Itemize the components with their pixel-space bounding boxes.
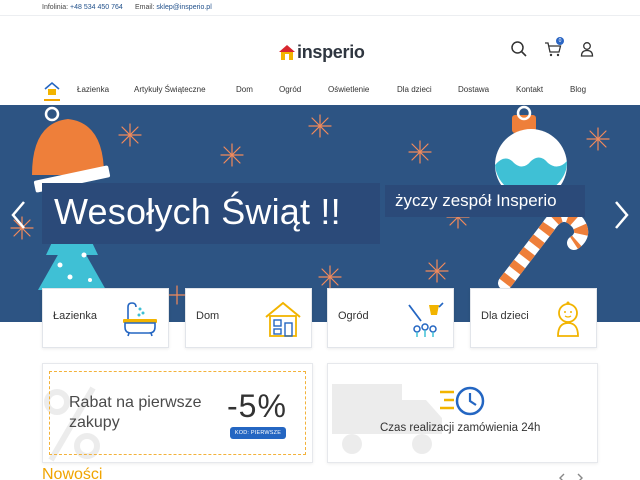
header-actions: 0 [510,37,596,58]
promo-code-badge: KOD: PIERWSZE [230,427,286,439]
garden-tools-icon [405,299,445,339]
user-icon[interactable] [578,40,596,58]
promo-text: Rabat na pierwsze zakupy [69,394,202,431]
email-info: Email: sklep@insperio.pl [135,4,212,11]
news-heading: Nowości [42,466,103,480]
main-nav: Łazienka Artykuły Świąteczne Dom Ogród O… [0,80,640,102]
baby-icon [548,299,588,339]
phone-link[interactable]: +48 534 450 764 [70,4,123,11]
category-card-dom[interactable]: Dom [185,288,312,348]
email-label: Email: [135,4,155,11]
email-link[interactable]: sklep@insperio.pl [156,4,211,11]
nav-item-dla-dzieci[interactable]: Dla dzieci [397,85,432,94]
cart-count-badge: 0 [556,37,564,45]
hero-title: Wesołych Świąt !! [54,191,341,232]
chevron-right-icon[interactable] [612,200,630,230]
top-info-bar: Infolinia: +48 534 450 764 Email: sklep@… [0,0,640,16]
nav-item-oswietlenie[interactable]: Oświetlenie [328,85,369,94]
chevron-left-icon[interactable] [10,200,28,230]
promo-discount: -5% [227,388,287,424]
nav-item-dostawa[interactable]: Dostawa [458,85,489,94]
category-card-ogrod[interactable]: Ogród [327,288,454,348]
cart-icon[interactable]: 0 [544,37,564,58]
delivery-truck-watermark-icon [328,374,448,462]
nav-item-artykuly-swiateczne[interactable]: Artykuły Świąteczne [134,85,206,94]
category-label: Łazienka [53,310,98,322]
category-card-lazienka[interactable]: Łazienka [42,288,169,348]
category-label: Dom [196,310,220,322]
house-icon [263,299,303,339]
home-icon[interactable] [44,81,60,101]
category-label: Ogród [338,310,369,322]
hero-subtitle: życzy zespół Insperio [395,191,557,210]
nav-item-lazienka[interactable]: Łazienka [77,85,109,94]
logo-house-icon [278,43,296,61]
category-label: Dla dzieci [481,310,529,322]
first-order-discount-promo[interactable]: Rabat na pierwsze zakupy -5% KOD: PIERWS… [42,363,313,463]
nav-item-kontakt[interactable]: Kontakt [516,85,543,94]
logo[interactable]: insperio [278,40,365,64]
delivery-time-info[interactable]: Czas realizacji zamówienia 24h [327,363,598,463]
nav-item-blog[interactable]: Blog [570,85,586,94]
chevron-right-icon[interactable] [576,470,584,480]
bathtub-icon [120,299,160,339]
phone-label: Infolinia: [42,4,69,11]
logo-text: insperio [297,41,365,62]
delivery-text: Czas realizacji zamówienia 24h [380,422,541,434]
nav-item-dom[interactable]: Dom [236,85,253,94]
category-card-dla-dzieci[interactable]: Dla dzieci [470,288,597,348]
nav-item-ogrod[interactable]: Ogród [279,85,301,94]
phone-info: Infolinia: +48 534 450 764 [42,4,123,11]
fast-clock-icon [438,384,488,418]
news-carousel-controls [558,470,584,480]
chevron-left-icon[interactable] [558,470,566,480]
search-icon[interactable] [510,40,528,58]
